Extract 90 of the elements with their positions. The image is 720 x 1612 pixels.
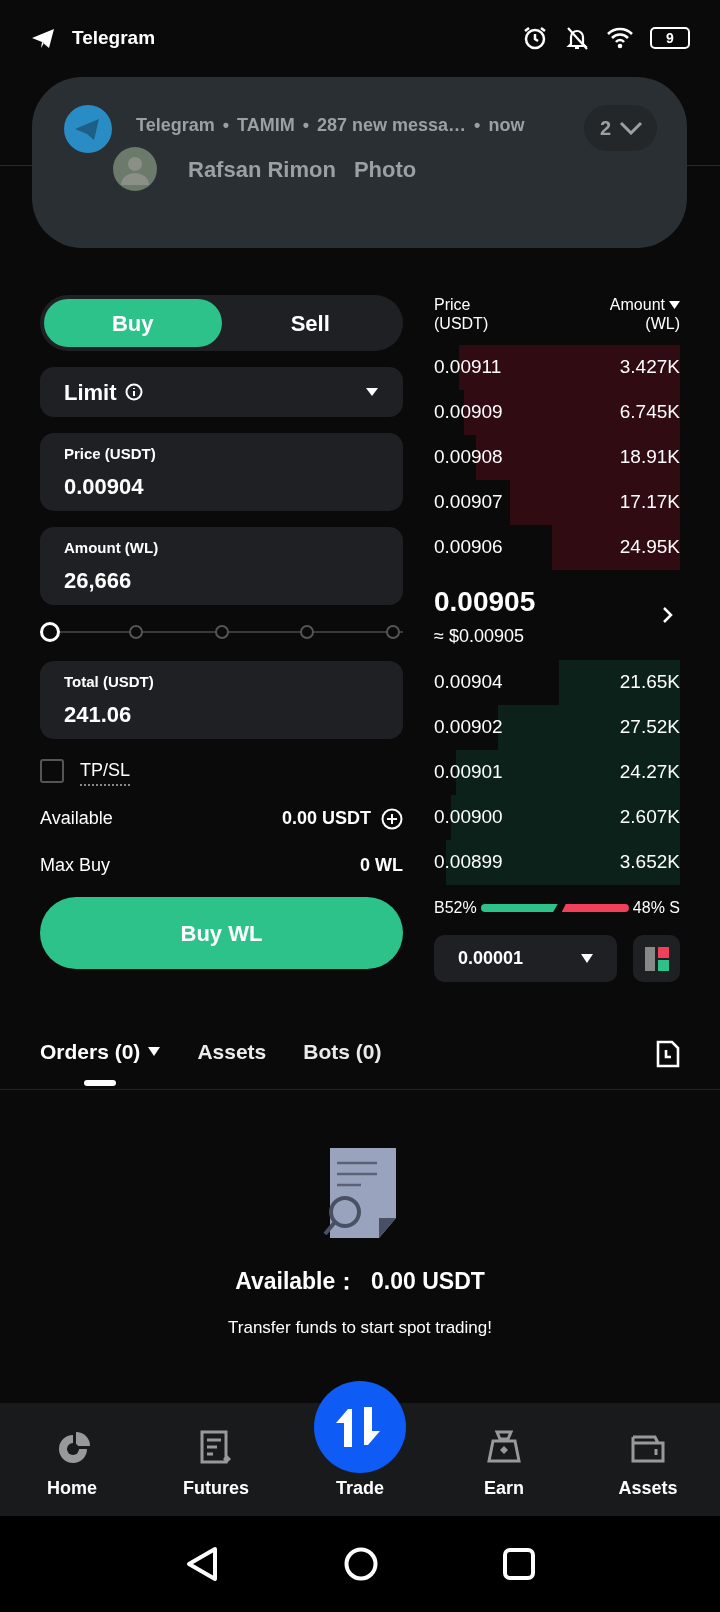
recents-icon[interactable] (503, 1548, 535, 1580)
amount-cell[interactable]: 17.17K (619, 488, 680, 517)
checkbox[interactable] (40, 759, 64, 783)
layout-button[interactable] (633, 935, 680, 982)
info-label: Available (40, 807, 113, 830)
sell-ratio-bar (561, 904, 629, 912)
separator: • (302, 113, 309, 137)
input-field[interactable]: Price (USDT) 0.00904 (40, 433, 403, 511)
last-price: 0.00905 (434, 584, 536, 619)
price-cell[interactable]: 0.00909 (434, 398, 503, 427)
bell-off-icon (564, 25, 590, 51)
notification-title: Rafsan Rimon (188, 155, 336, 184)
slider-stop[interactable] (214, 625, 229, 639)
usd-price: ≈ $0.00905 (434, 624, 525, 648)
notification-card[interactable]: Telegram • TAMIM • 287 new messa… • now Rafsan Rimon Photo 2 (32, 77, 687, 248)
slider-stop[interactable] (128, 625, 143, 639)
info-label: Max Buy (40, 854, 111, 877)
price-cell[interactable]: 0.00900 (434, 803, 503, 832)
side-tab[interactable]: Sell (221, 299, 399, 347)
app-name: Telegram (72, 25, 156, 50)
layout-icon (643, 945, 670, 972)
expand-button[interactable]: 2 (583, 105, 657, 151)
amount-cell[interactable]: 21.65K (619, 668, 680, 697)
add-icon[interactable] (381, 807, 403, 830)
orders-tab[interactable]: Bots (0) (303, 1036, 382, 1086)
price-cell[interactable]: 0.00899 (434, 848, 503, 877)
swap-arrows-icon (314, 1381, 406, 1473)
tpsl-label[interactable]: TP/SL (80, 756, 131, 786)
history-icon[interactable] (656, 1040, 680, 1068)
amount-cell[interactable]: 3.427K (619, 353, 680, 382)
sell-ratio: 48% S (632, 898, 680, 918)
avatar (112, 147, 158, 191)
nav-item[interactable]: Earn (432, 1429, 576, 1516)
chevron-right-icon[interactable] (662, 606, 674, 624)
notification-text: Photo (353, 155, 417, 184)
empty-message: Transfer funds to start spot trading! (228, 1316, 492, 1339)
price-cell[interactable]: 0.00908 (434, 443, 503, 472)
price-cell[interactable]: 0.00911 (434, 353, 502, 382)
price-cell[interactable]: 0.00904 (434, 668, 503, 697)
battery: 9 (650, 27, 690, 49)
timestamp: now (488, 113, 525, 137)
back-icon[interactable] (185, 1546, 219, 1582)
sender-name: TAMIM (237, 113, 295, 137)
app-name: Telegram (136, 113, 215, 137)
amount-cell[interactable]: 2.607K (619, 803, 680, 832)
price-cell[interactable]: 0.00906 (434, 533, 503, 562)
separator: • (474, 113, 481, 137)
caret-icon (581, 954, 593, 963)
price-cell[interactable]: 0.00907 (434, 488, 503, 517)
input-field[interactable]: Total (USDT) 241.06 (40, 661, 403, 739)
nav-item[interactable]: Assets (576, 1429, 720, 1516)
price-cell[interactable]: 0.00901 (434, 758, 503, 787)
column-unit: (WL) (644, 314, 680, 334)
telegram-icon (30, 26, 56, 50)
column-unit: (USDT) (434, 314, 489, 334)
tick-size-dropdown[interactable]: 0.00001 (434, 935, 617, 982)
amount-cell[interactable]: 24.27K (619, 758, 680, 787)
nav-item[interactable]: Trade (288, 1381, 432, 1516)
info-value: 0 WL (360, 854, 403, 877)
amount-cell[interactable]: 24.95K (619, 533, 680, 562)
separator: • (222, 113, 229, 137)
document-search-icon (323, 1148, 397, 1240)
slider-stop[interactable] (386, 625, 400, 639)
available-balance: Available： 0.00 USDT (235, 1267, 485, 1296)
orders-tab[interactable]: Assets (197, 1036, 267, 1086)
caret-icon (365, 387, 379, 397)
wifi-icon (606, 26, 634, 50)
alarm-icon (522, 25, 548, 51)
buy-ratio: B52% (434, 898, 477, 918)
amount-cell[interactable]: 18.91K (619, 443, 680, 472)
amount-cell[interactable]: 27.52K (619, 713, 680, 742)
slider-thumb[interactable] (40, 622, 60, 642)
telegram-icon (64, 105, 112, 153)
chevron-down-icon (619, 121, 643, 135)
slider-stop[interactable] (300, 625, 315, 639)
amount-cell[interactable]: 3.652K (619, 848, 680, 877)
nav-item[interactable]: Home (0, 1429, 144, 1516)
home-button-icon[interactable] (344, 1547, 378, 1581)
caret-icon[interactable] (669, 300, 680, 309)
column-header: Price (434, 295, 471, 315)
message-summary: 287 new messa… (317, 113, 467, 137)
column-header: Amount (609, 295, 665, 315)
orders-tab[interactable]: Orders (0) (40, 1036, 161, 1086)
nav-item[interactable]: Futures (144, 1429, 288, 1516)
amount-cell[interactable]: 6.745K (619, 398, 680, 427)
info-icon (124, 383, 143, 401)
price-cell[interactable]: 0.00902 (434, 713, 503, 742)
input-field[interactable]: Amount (WL) 26,666 (40, 527, 403, 605)
order-type-dropdown[interactable]: Limit (40, 367, 403, 417)
info-value: 0.00 USDT (281, 807, 371, 830)
